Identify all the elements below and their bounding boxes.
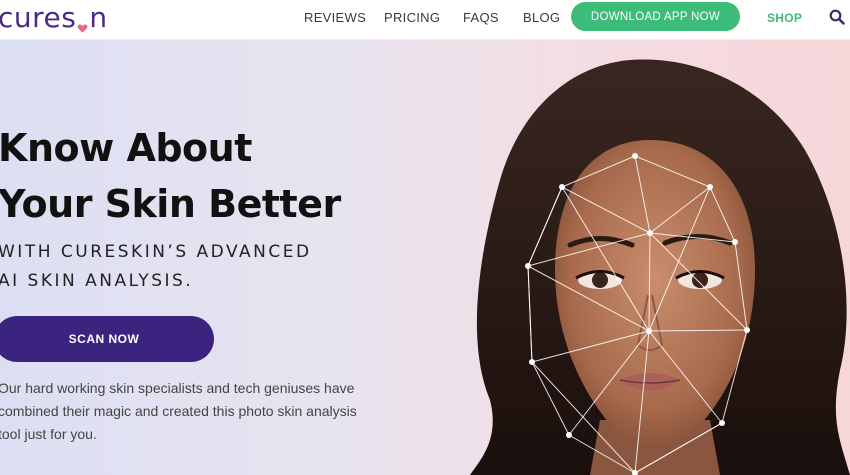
cureskin-logo[interactable]: cures n (0, 0, 108, 34)
hero-description-line2: combined their magic and created this ph… (0, 403, 357, 419)
scan-now-button[interactable]: SCAN NOW (0, 316, 214, 362)
shop-link[interactable]: SHOP (767, 11, 802, 25)
nav-faqs-link[interactable]: FAQS (463, 10, 499, 25)
hero-section: Know About Your Skin Better WITH CURESKI… (0, 40, 850, 475)
hero-title-line1: Know About (0, 126, 252, 170)
hero-title-line2: Your Skin Better (0, 182, 341, 226)
hero-description-line3: tool just for you. (0, 426, 97, 442)
nav-reviews-link[interactable]: REVIEWS (304, 10, 366, 25)
face-analysis-portrait (470, 59, 850, 475)
logo-wordmark: cures n (0, 0, 108, 34)
hero-description-line1: Our hard working skin specialists and te… (0, 380, 355, 396)
hero-subtitle-line2: AI SKIN ANALYSIS. (0, 271, 194, 291)
heart-icon (77, 8, 88, 33)
search-icon[interactable] (829, 9, 845, 25)
top-nav: cures n REVIEWS PRICING FAQS BLOG DOWNLOA… (0, 0, 850, 40)
nav-pricing-link[interactable]: PRICING (384, 10, 440, 25)
download-app-button[interactable]: DOWNLOAD APP NOW (571, 2, 740, 31)
hero-subtitle-line1: WITH CURESKIN’S ADVANCED (0, 242, 312, 262)
nav-blog-link[interactable]: BLOG (523, 10, 560, 25)
